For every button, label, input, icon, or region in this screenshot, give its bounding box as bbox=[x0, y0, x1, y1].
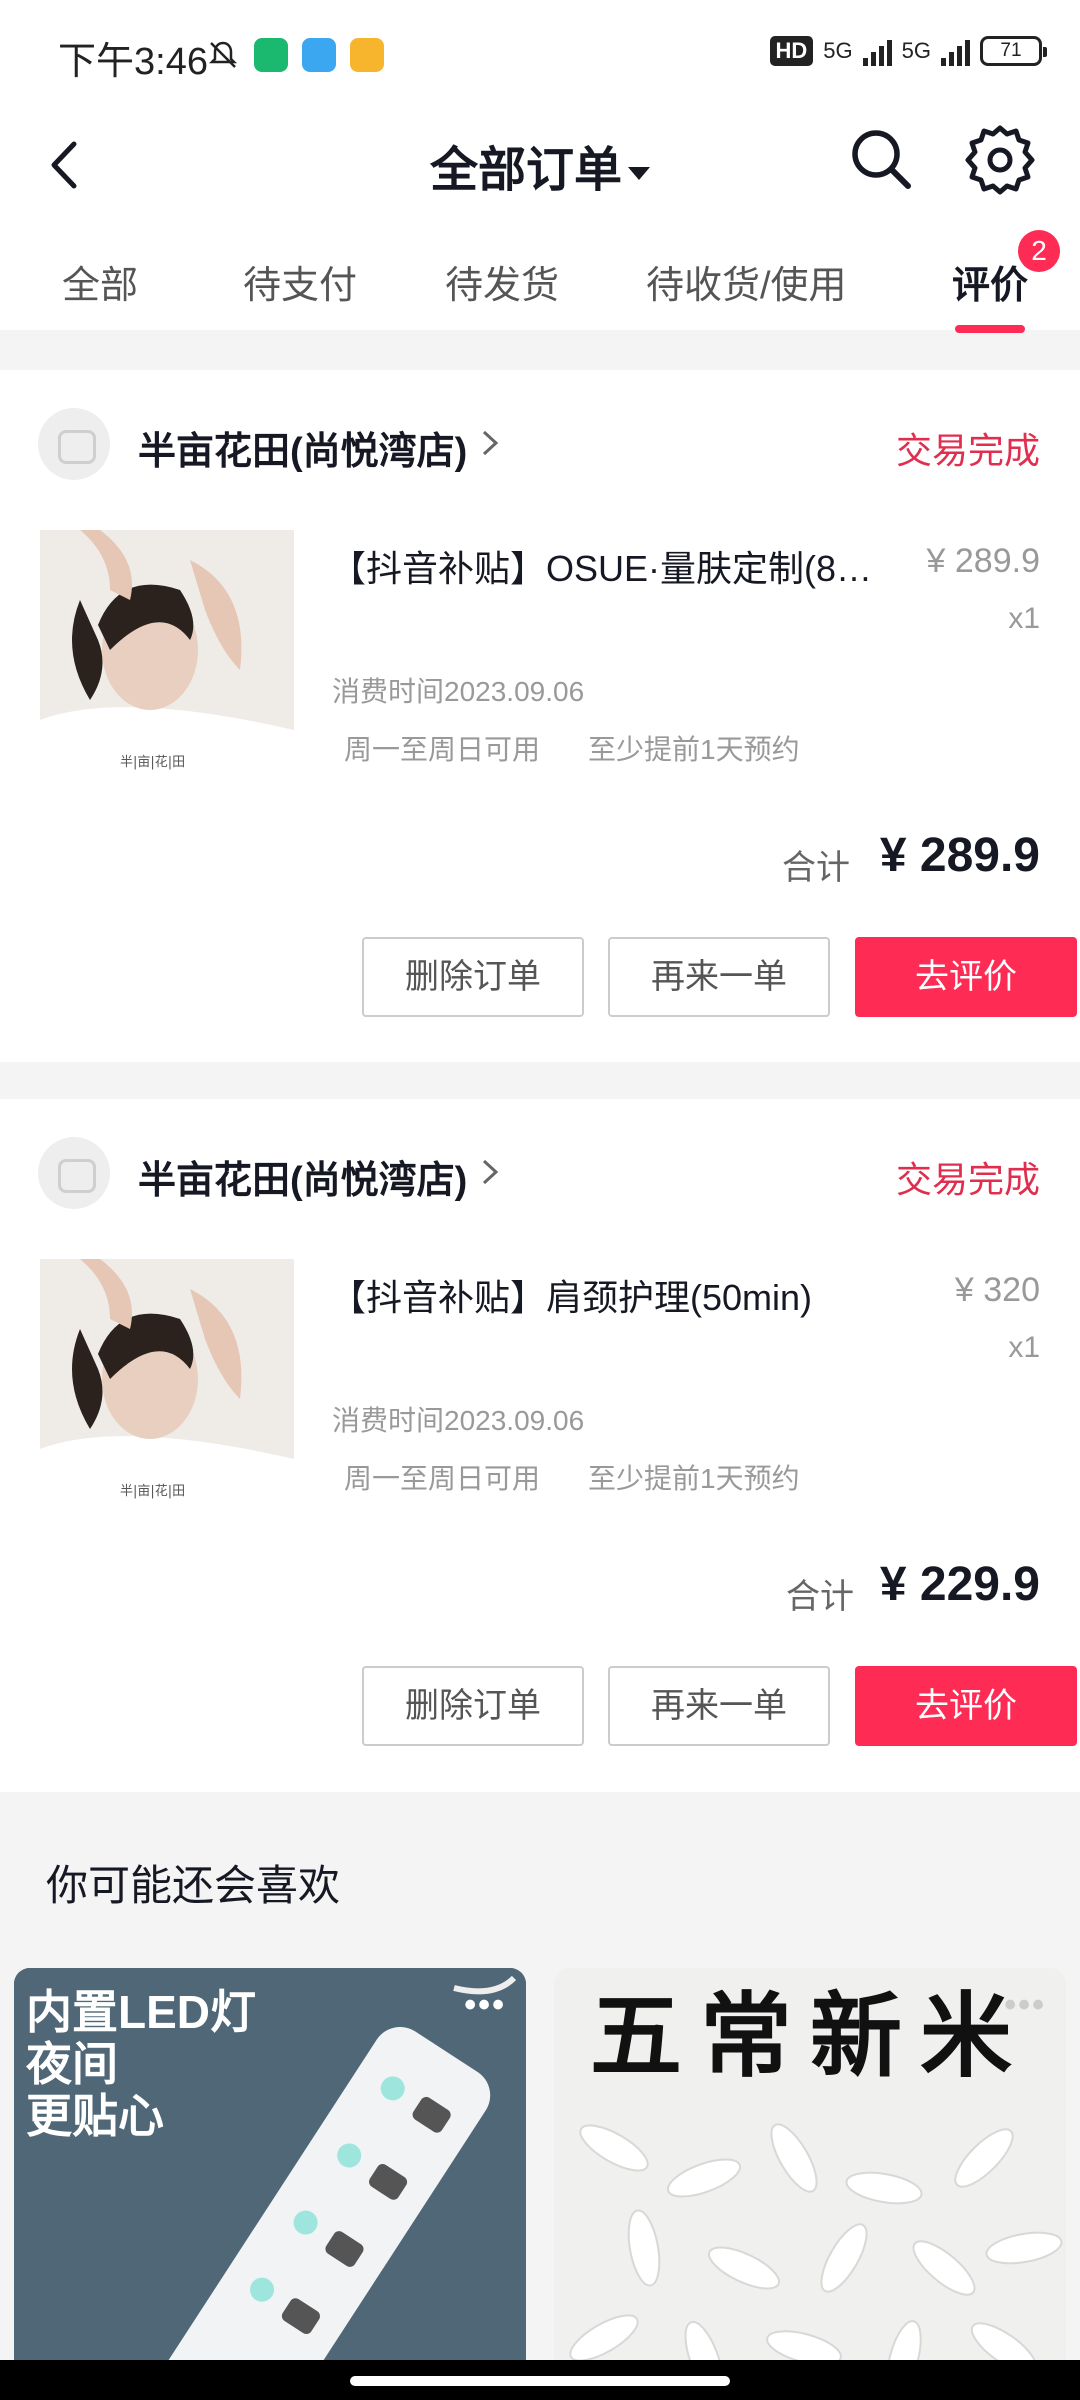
caret-down-icon bbox=[628, 166, 650, 180]
battery-icon: 71 bbox=[980, 36, 1047, 66]
recommend-card-power-strip[interactable]: 内置LED灯 夜间 更贴心 ••• bbox=[14, 1968, 526, 2400]
review-count-badge: 2 bbox=[1018, 230, 1060, 272]
power-strip-caption-1: 内置LED灯 bbox=[26, 1986, 256, 2038]
status-notification-icons bbox=[206, 38, 384, 72]
status-bar: 下午3:46 HD 5G 5G 71 bbox=[0, 0, 1080, 110]
rice-caption: 五常新米 bbox=[590, 1986, 1030, 2088]
total-label: 合计 bbox=[782, 849, 850, 887]
more-icon[interactable]: ••• bbox=[464, 1986, 506, 2025]
cloud-app-icon bbox=[302, 38, 336, 72]
search-icon[interactable] bbox=[846, 124, 916, 194]
usage-tag-days: 周一至周日可用 bbox=[344, 1463, 541, 1494]
consume-time: 消费时间2023.09.06 bbox=[332, 676, 585, 707]
order-card: 半亩花田(尚悦湾店) 交易完成 半|亩|花|田 【抖音补贴】OSUE·量肤定制(… bbox=[0, 370, 1080, 1062]
page-title: 全部订单 bbox=[429, 144, 622, 197]
product-title[interactable]: 【抖音补贴】OSUE·量肤定制(8… bbox=[330, 540, 900, 592]
notes-app-icon bbox=[350, 38, 384, 72]
product-title[interactable]: 【抖音补贴】肩颈护理(50min) bbox=[330, 1269, 900, 1321]
status-time: 下午3:46 bbox=[58, 41, 208, 83]
recommend-card-rice[interactable]: 五常新米 ••• bbox=[554, 1968, 1066, 2400]
chevron-right-icon[interactable] bbox=[480, 428, 500, 458]
reorder-button[interactable]: 再来一单 bbox=[608, 1666, 830, 1746]
usage-tag-days: 周一至周日可用 bbox=[344, 734, 541, 765]
store-name[interactable]: 半亩花田(尚悦湾店) bbox=[138, 1149, 467, 1204]
power-strip-caption-3: 更贴心 bbox=[26, 2090, 164, 2142]
product-thumbnail[interactable]: 半|亩|花|田 bbox=[40, 1259, 294, 1513]
thumb-watermark: 半|亩|花|田 bbox=[120, 1483, 185, 1499]
signal-icon bbox=[941, 36, 970, 66]
home-indicator[interactable] bbox=[350, 2376, 730, 2386]
product-price: ¥ 289.9 bbox=[926, 542, 1040, 580]
more-icon[interactable]: ••• bbox=[1004, 1986, 1046, 2025]
tab-pending-shipment[interactable]: 待发货 bbox=[445, 254, 559, 309]
product-quantity: x1 bbox=[1008, 1331, 1040, 1364]
hd-icon: HD bbox=[769, 36, 814, 66]
chevron-right-icon[interactable] bbox=[480, 1157, 500, 1187]
power-strip-caption-2: 夜间 bbox=[25, 2038, 118, 2090]
page-title-dropdown[interactable]: 全部订单 bbox=[0, 130, 1080, 200]
order-card: 半亩花田(尚悦湾店) 交易完成 半|亩|花|田 【抖音补贴】肩颈护理(50min… bbox=[0, 1099, 1080, 1792]
order-total: ¥ 289.9 bbox=[879, 829, 1040, 882]
product-price: ¥ 320 bbox=[954, 1271, 1040, 1309]
total-label: 合计 bbox=[786, 1578, 854, 1616]
product-quantity: x1 bbox=[1008, 602, 1040, 635]
tab-active-indicator bbox=[955, 325, 1025, 333]
bell-off-icon bbox=[208, 41, 238, 68]
tab-all[interactable]: 全部 bbox=[62, 254, 138, 309]
home-indicator-bar bbox=[0, 2360, 1080, 2400]
reorder-button[interactable]: 再来一单 bbox=[608, 937, 830, 1017]
consume-time: 消费时间2023.09.06 bbox=[332, 1405, 585, 1436]
usage-tag-booking: 至少提前1天预约 bbox=[588, 734, 800, 765]
tab-review[interactable]: 评价 bbox=[952, 254, 1028, 309]
status-system-icons: HD 5G 5G 71 bbox=[769, 36, 1047, 66]
power-strip-image: 内置LED灯 夜间 更贴心 bbox=[14, 1968, 526, 2400]
order-total: ¥ 229.9 bbox=[879, 1558, 1040, 1611]
store-avatar[interactable] bbox=[38, 1137, 110, 1209]
order-tabs: 全部 待支付 待发货 待收货/使用 评价 bbox=[0, 230, 1080, 333]
network-label-2: 5G bbox=[901, 38, 931, 63]
store-name[interactable]: 半亩花田(尚悦湾店) bbox=[138, 420, 467, 475]
delete-order-button[interactable]: 删除订单 bbox=[362, 1666, 584, 1746]
order-status: 交易完成 bbox=[895, 430, 1040, 471]
review-button[interactable]: 去评价 bbox=[855, 937, 1077, 1017]
rice-image: 五常新米 bbox=[554, 1968, 1066, 2400]
recommend-title: 你可能还会喜欢 bbox=[46, 1862, 341, 1909]
store-avatar[interactable] bbox=[38, 408, 110, 480]
tab-pending-receipt[interactable]: 待收货/使用 bbox=[646, 254, 847, 309]
gear-icon[interactable] bbox=[962, 122, 1038, 198]
usage-tag-booking: 至少提前1天预约 bbox=[588, 1463, 800, 1494]
tab-pending-payment[interactable]: 待支付 bbox=[243, 254, 357, 309]
order-status: 交易完成 bbox=[895, 1159, 1040, 1200]
review-button[interactable]: 去评价 bbox=[855, 1666, 1077, 1746]
thumb-watermark: 半|亩|花|田 bbox=[120, 754, 185, 770]
product-thumbnail[interactable]: 半|亩|花|田 bbox=[40, 530, 294, 784]
delete-order-button[interactable]: 删除订单 bbox=[362, 937, 584, 1017]
nav-bar: 全部订单 bbox=[0, 110, 1080, 230]
signal-icon bbox=[862, 36, 892, 66]
recommend-section: 你可能还会喜欢 内置LED灯 夜间 更贴心 ••• 五常新米 ••• bbox=[0, 1792, 1080, 2400]
network-label-1: 5G bbox=[823, 38, 853, 63]
shield-app-icon bbox=[254, 38, 288, 72]
